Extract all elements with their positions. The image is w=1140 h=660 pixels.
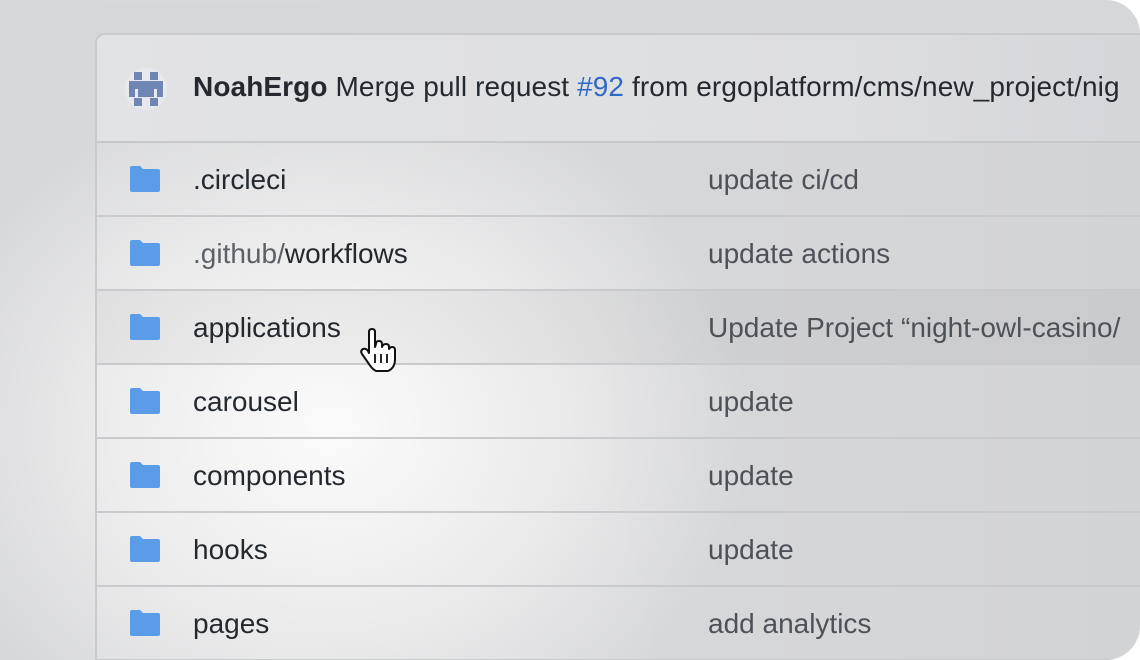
file-name-link[interactable]: .circleci	[193, 164, 286, 196]
pull-request-link[interactable]: #92	[577, 71, 624, 102]
file-name-link[interactable]: .github/workflows	[193, 238, 408, 270]
screenshot-frame: NoahErgo Merge pull request #92 from erg…	[0, 0, 1140, 660]
top-tab-edge	[100, 0, 330, 2]
folder-icon	[130, 166, 160, 192]
file-commit-message[interactable]: update actions	[708, 238, 890, 270]
file-commit-message[interactable]: update	[708, 460, 794, 492]
hand-pointer-cursor-icon	[360, 328, 396, 372]
file-row[interactable]: pages add analytics	[97, 587, 1140, 660]
repository-file-browser: NoahErgo Merge pull request #92 from erg…	[95, 33, 1140, 660]
folder-icon	[130, 240, 160, 266]
file-row[interactable]: applications Update Project “night-owl-c…	[97, 291, 1140, 365]
file-commit-message[interactable]: add analytics	[708, 608, 871, 640]
file-commit-message[interactable]: update ci/cd	[708, 164, 859, 196]
file-name-link[interactable]: applications	[193, 312, 341, 344]
file-name-link[interactable]: pages	[193, 608, 269, 640]
file-row[interactable]: .circleci update ci/cd	[97, 143, 1140, 217]
file-row[interactable]: carousel update	[97, 365, 1140, 439]
file-name-link[interactable]: carousel	[193, 386, 299, 418]
file-commit-message[interactable]: update	[708, 386, 794, 418]
file-commit-message[interactable]: Update Project “night-owl-casino/	[708, 312, 1120, 344]
identicon-avatar-icon	[125, 68, 167, 110]
file-row[interactable]: .github/workflows update actions	[97, 217, 1140, 291]
commit-author-link[interactable]: NoahErgo	[193, 71, 328, 102]
folder-icon	[130, 610, 160, 636]
folder-icon	[130, 314, 160, 340]
file-row[interactable]: hooks update	[97, 513, 1140, 587]
file-row[interactable]: components update	[97, 439, 1140, 513]
commit-message: NoahErgo Merge pull request #92 from erg…	[193, 71, 1120, 103]
folder-icon	[130, 388, 160, 414]
latest-commit-header: NoahErgo Merge pull request #92 from erg…	[97, 35, 1140, 143]
file-name-link[interactable]: hooks	[193, 534, 268, 566]
commit-message-branch[interactable]: from ergoplatform/cms/new_project/nig	[624, 71, 1120, 102]
file-commit-message[interactable]: update	[708, 534, 794, 566]
file-list: .circleci update ci/cd .github/workflows…	[97, 143, 1140, 660]
avatar[interactable]	[125, 68, 167, 110]
file-name-link[interactable]: components	[193, 460, 346, 492]
folder-icon	[130, 462, 160, 488]
commit-message-text: Merge pull request	[327, 71, 578, 102]
folder-icon	[130, 536, 160, 562]
